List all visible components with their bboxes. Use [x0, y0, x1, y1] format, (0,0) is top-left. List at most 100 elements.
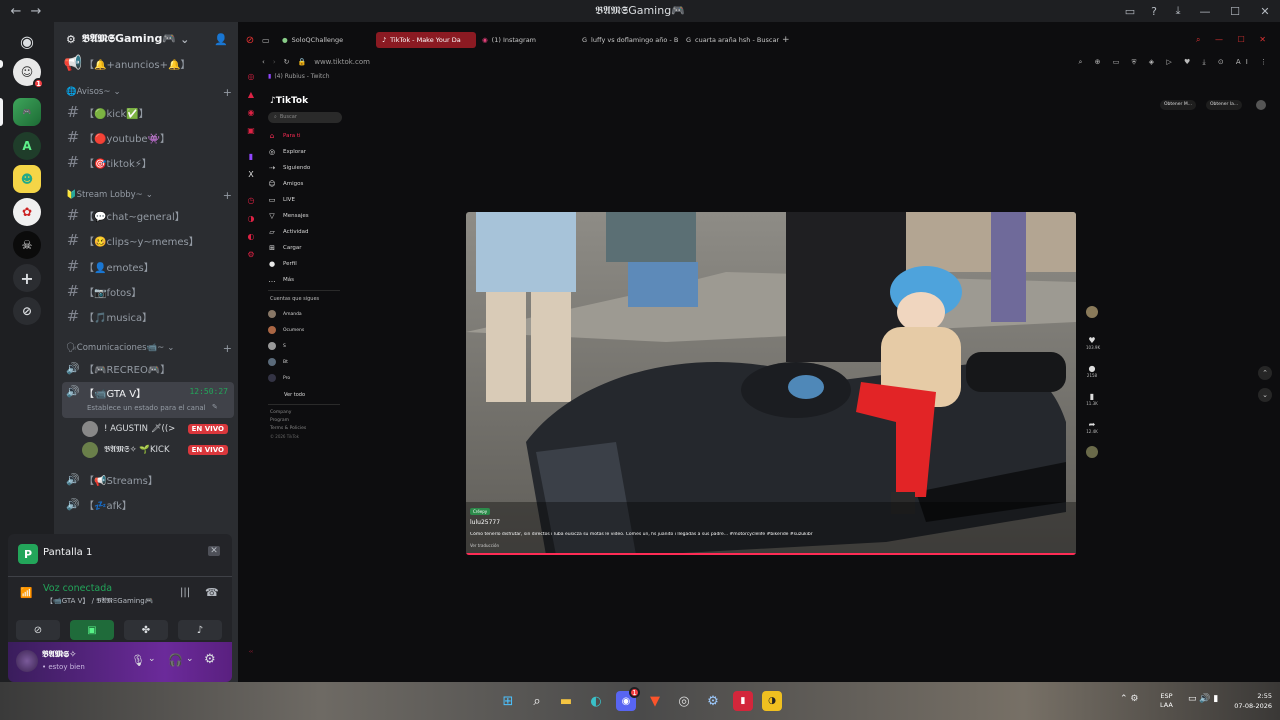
- maximize-button[interactable]: ☐: [1220, 0, 1250, 22]
- creator-tag[interactable]: Créepy: [470, 508, 491, 515]
- yellow-app-icon[interactable]: ◑: [762, 691, 782, 711]
- soundboard-button[interactable]: ♪: [178, 620, 222, 640]
- clock[interactable]: 2:55 07-08-2026: [1234, 691, 1272, 711]
- screen-share-button[interactable]: ▣: [70, 620, 114, 640]
- channel-kick[interactable]: # 【🟢kick✅】: [62, 101, 234, 123]
- avatar[interactable]: [16, 650, 38, 672]
- nav-mas[interactable]: … Más: [268, 276, 294, 284]
- nav-siguiendo[interactable]: ⇢ Siguiendo: [268, 164, 310, 172]
- sidebar-icon-1[interactable]: ◎: [246, 72, 256, 82]
- tab-cuarta[interactable]: Gcuarta araña hsh - Buscar: [680, 32, 780, 48]
- account-item[interactable]: Pro: [268, 374, 290, 382]
- account-item[interactable]: S: [268, 342, 286, 350]
- server-header[interactable]: ⚙ 𝕭𝕬𝕸𝕾Gaming🎮 ⌄ 👤: [54, 22, 238, 56]
- system-tray-status[interactable]: ▭ 🔊 ▮: [1188, 694, 1218, 704]
- language-indicator[interactable]: ESP LAA: [1160, 692, 1173, 710]
- back-icon[interactable]: ‹: [262, 58, 265, 66]
- discord-home-icon[interactable]: ◉: [13, 27, 41, 55]
- channel-youtube[interactable]: # 【🔴youtube👾】: [62, 126, 234, 148]
- see-all-link[interactable]: Ver todo: [284, 392, 305, 398]
- tab-instagram[interactable]: ◉ (1) Instagram: [476, 32, 576, 48]
- channel-tiktok[interactable]: # 【🎯tiktok⚡】: [62, 151, 234, 173]
- chevron-down-icon[interactable]: ⌄: [148, 654, 156, 664]
- translate-link[interactable]: Ver traducción: [470, 543, 499, 548]
- add-channel-icon[interactable]: +: [223, 86, 232, 99]
- tiktok-logo[interactable]: ♪TikTok: [270, 96, 308, 106]
- sidebar-bottom-icon[interactable]: ‹‹: [246, 647, 256, 657]
- inbox-icon[interactable]: ▭: [1118, 0, 1142, 22]
- nav-actividad[interactable]: ▱ Actividad: [268, 228, 308, 236]
- creator-avatar[interactable]: [1086, 306, 1098, 320]
- microphone-icon[interactable]: 🎙: [131, 654, 145, 667]
- category-avisos[interactable]: 🌐Avisos~ ⌄ +: [66, 86, 234, 99]
- nav-amigos[interactable]: ☺ Amigos: [268, 180, 303, 188]
- voice-user-bams[interactable]: 𝕭𝕬𝕸𝕾✧ 🌱KICK EN VIVO: [82, 439, 234, 461]
- sidebar-icon-4[interactable]: ▣: [246, 126, 256, 136]
- minimize-button[interactable]: —: [1190, 0, 1220, 22]
- voice-channel-afk[interactable]: 🔊 【💤afk】: [62, 493, 234, 515]
- close-button[interactable]: ✕: [1250, 0, 1280, 22]
- red-server-icon[interactable]: ✿: [13, 198, 41, 226]
- scroll-up-button[interactable]: ⌃: [1258, 366, 1272, 380]
- voice-status[interactable]: Voz conectada: [43, 583, 112, 594]
- twitch-sidebar-icon[interactable]: ▮: [246, 152, 256, 162]
- discord-taskbar-icon[interactable]: ◉ 1: [616, 687, 640, 711]
- tab-luffy[interactable]: Gluffy vs doflamingo año - B: [576, 32, 680, 48]
- add-server-icon[interactable]: +: [13, 264, 41, 292]
- music-disc[interactable]: [1086, 446, 1098, 460]
- share-button[interactable]: ➦ 12.4K: [1086, 420, 1098, 434]
- footer-link[interactable]: Program: [270, 418, 289, 423]
- sidebar-icon-8[interactable]: ◑: [246, 214, 256, 224]
- channel-chat-general[interactable]: # 【💬chat~general】: [62, 204, 234, 226]
- noise-suppression-icon[interactable]: |||: [180, 587, 190, 598]
- settings-gear-icon[interactable]: ⚙: [204, 652, 216, 667]
- search-icon[interactable]: ⌕: [527, 691, 547, 711]
- github-icon[interactable]: ◎: [674, 691, 694, 711]
- nav-cargar[interactable]: ⊞ Cargar: [268, 244, 301, 252]
- voice-channel-recreo[interactable]: 🔊 【🎮RECREO🎮】: [62, 357, 234, 379]
- toolbar-icons[interactable]: ⌕ ⊕ ▭ ⛨ ◈ ▷ ♥ ⤓ ⊙ AI ⋮: [1078, 58, 1272, 67]
- back-arrow-icon[interactable]: ←: [6, 4, 26, 19]
- twitch-bookmark[interactable]: ▮ (4) Rubius - Twitch: [268, 73, 330, 80]
- account-item[interactable]: Amanda: [268, 310, 302, 318]
- channel-emotes[interactable]: # 【👤emotes】: [62, 255, 234, 277]
- save-button[interactable]: ▮ 11.3K: [1086, 392, 1098, 406]
- tray-icons[interactable]: ⌃ ⚙: [1120, 694, 1138, 704]
- explore-servers-icon[interactable]: ⊘: [13, 297, 41, 325]
- search-input[interactable]: ⌕ Buscar: [268, 112, 342, 123]
- sidebar-icon-9[interactable]: ◐: [246, 232, 256, 242]
- sidebar-icon-7[interactable]: ◷: [246, 196, 256, 206]
- edge-icon[interactable]: ◐: [586, 691, 606, 711]
- a-server-icon[interactable]: A: [13, 132, 41, 160]
- chevron-down-icon[interactable]: ⌄: [186, 654, 194, 664]
- video-player[interactable]: Créepy lulu25777 Cómo tenerlo disfrutar,…: [466, 212, 1076, 555]
- sidebar-icon-3[interactable]: ◉: [246, 108, 256, 118]
- start-icon[interactable]: ⊞: [498, 691, 518, 711]
- account-item[interactable]: Bt: [268, 358, 288, 366]
- voice-channel-name[interactable]: 【📹GTA V】 / 𝕭𝕬𝕸𝕾Gaming🎮: [46, 596, 153, 606]
- nav-live[interactable]: ▭ LIVE: [268, 196, 295, 204]
- add-channel-icon[interactable]: +: [223, 342, 232, 355]
- nav-mensajes[interactable]: ▽ Mensajes: [268, 212, 308, 220]
- channel-clips[interactable]: # 【🥴clips~y~memes】: [62, 229, 234, 251]
- get-coins-button[interactable]: Obtener la...: [1206, 100, 1243, 110]
- settings-taskbar-icon[interactable]: ⚙: [703, 691, 723, 711]
- get-app-button[interactable]: Obtener M...: [1160, 100, 1197, 110]
- category-stream-lobby[interactable]: 🔰Stream Lobby~ ⌄ +: [66, 189, 234, 202]
- smiley-server-icon[interactable]: ☻: [13, 165, 41, 193]
- add-channel-icon[interactable]: +: [223, 189, 232, 202]
- camera-off-button[interactable]: ⊘: [16, 620, 60, 640]
- file-explorer-icon[interactable]: ▬: [556, 691, 576, 711]
- channel-anuncios[interactable]: 📢 【🔔+anuncios+🔔】: [62, 52, 234, 74]
- nav-perfil[interactable]: ● Perfil: [268, 260, 297, 268]
- nav-para-ti[interactable]: ⌂ Para ti: [268, 132, 301, 140]
- settings-sidebar-icon[interactable]: ⚙: [246, 250, 256, 260]
- close-share-icon[interactable]: ✕: [208, 546, 220, 556]
- channel-musica[interactable]: # 【🎵musica】: [62, 305, 234, 327]
- category-comunicaciones[interactable]: 🗣Comunicaciones📹~ ⌄ +: [66, 342, 234, 355]
- invite-icon[interactable]: 👤: [214, 33, 228, 46]
- forward-arrow-icon[interactable]: →: [26, 4, 46, 19]
- footer-link[interactable]: Terms & Policies: [270, 426, 306, 431]
- tab-tiktok[interactable]: ♪ TikTok - Make Your Da: [376, 32, 476, 48]
- footer-link[interactable]: Company: [270, 410, 291, 415]
